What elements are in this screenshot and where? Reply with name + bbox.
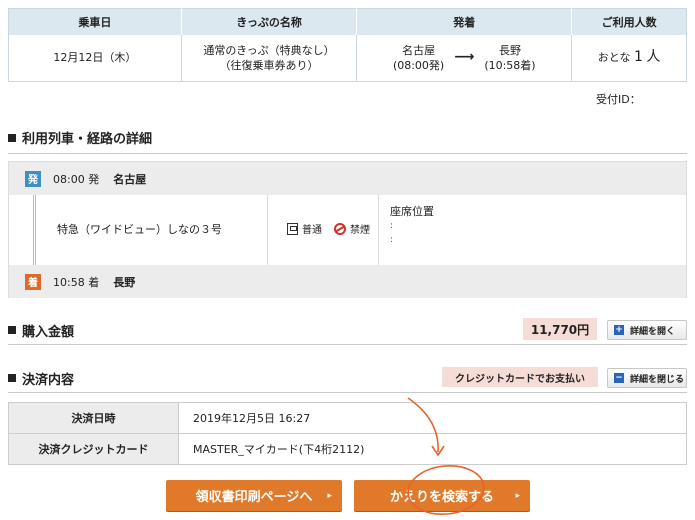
arrival-time: (10:58着) <box>484 58 536 72</box>
summary-header-row: 乗車日 きっぷの名称 発着 ご利用人数 <box>8 8 687 35</box>
route-section-title: 利用列車・経路の詳細 <box>22 132 153 147</box>
no-smoking-icon <box>334 222 346 235</box>
payment-section-title: 決済内容 <box>22 372 75 388</box>
route-cell: 名古屋 (08:00発) ⟶ 長野 (10:58着) <box>356 34 573 82</box>
train-name: 特急（ワイドビュー）しなの３号 <box>57 223 222 236</box>
arrival-row-station: 長野 <box>113 275 136 289</box>
open-details-button[interactable]: + 詳細を開く <box>607 320 687 340</box>
close-details-button[interactable]: − 詳細を閉じる <box>607 368 687 388</box>
smoking-status: 禁煙 <box>350 225 370 236</box>
header-date: 乗車日 <box>8 8 182 35</box>
seat-label: 座席位置 <box>390 205 434 218</box>
departure-info: 名古屋 (08:00発) <box>393 43 444 73</box>
passenger-unit: 人 <box>646 49 661 66</box>
departure-row-time: 08:00 発 <box>53 172 100 186</box>
arrival-row: 着 10:58 着 長野 <box>9 265 686 298</box>
departure-station: 名古屋 <box>402 43 436 57</box>
car-info: 普通 禁煙 <box>287 221 370 236</box>
search-return-button[interactable]: かえりを検索する ▸ <box>354 480 530 511</box>
square-bullet-icon <box>8 133 16 142</box>
table-row: 決済日時 2019年12月5日 16:27 <box>8 402 687 434</box>
square-bullet-icon <box>8 374 16 382</box>
seat-value-1: : <box>390 221 394 231</box>
table-row: 決済クレジットカード MASTER_マイカード(下4桁2112) <box>8 433 687 465</box>
header-passengers: ご利用人数 <box>571 8 687 35</box>
passenger-type: おとな <box>597 51 631 65</box>
ticket-name-line2: （往復乗車券あり） <box>219 58 319 72</box>
arrival-station: 長野 <box>498 43 521 57</box>
departure-badge: 発 <box>25 170 41 187</box>
arrival-row-time: 10:58 着 <box>53 275 100 289</box>
summary-data-row: 12月12日（木） 通常のきっぷ（特典なし） （往復乗車券あり） 名古屋 (08… <box>8 34 687 82</box>
reserved-car-icon <box>287 222 298 235</box>
travel-date: 12月12日（木） <box>8 34 182 82</box>
payment-date-value: 2019年12月5日 16:27 <box>178 402 687 434</box>
arrival-badge: 着 <box>25 273 41 290</box>
minus-icon: − <box>614 373 624 383</box>
seat-value-2: : <box>390 235 394 245</box>
payment-details-table: 決済日時 2019年12月5日 16:27 決済クレジットカード MASTER_… <box>8 402 687 465</box>
credit-card-label: 決済クレジットカード <box>8 433 179 465</box>
plus-icon: + <box>614 325 624 335</box>
ticket-summary-table: 乗車日 きっぷの名称 発着 ご利用人数 12月12日（木） 通常のきっぷ（特典な… <box>8 8 687 82</box>
route-section-heading: 利用列車・経路の詳細 <box>8 128 687 154</box>
square-bullet-icon <box>8 326 16 334</box>
right-arrow-icon: ⟶ <box>454 49 475 66</box>
train-detail-box: 発 08:00 発 名古屋 特急（ワイドビュー）しなの３号 普通 禁煙 座席位置… <box>8 161 687 298</box>
route-line <box>33 195 36 265</box>
open-details-label: 詳細を開く <box>630 326 676 337</box>
departure-time: (08:00発) <box>392 58 445 72</box>
arrival-info: 長野 (10:58着) <box>484 43 535 73</box>
search-return-label: かえりを検索する <box>389 490 494 505</box>
passenger-count: 1 <box>633 49 643 66</box>
train-info-row: 特急（ワイドビュー）しなの３号 普通 禁煙 座席位置 : : <box>9 195 686 265</box>
payment-method-badge: クレジットカードでお支払い <box>442 367 598 387</box>
header-route: 発着 <box>356 8 573 35</box>
price-amount: 11,770円 <box>523 318 597 340</box>
car-type: 普通 <box>302 225 322 236</box>
passenger-count-cell: おとな 1 人 <box>571 34 687 82</box>
chevron-right-icon: ▸ <box>327 490 332 501</box>
ticket-name-line1: 通常のきっぷ（特典なし） <box>203 43 335 57</box>
header-ticket-name: きっぷの名称 <box>181 8 358 35</box>
price-section-title: 購入金額 <box>22 324 75 340</box>
print-receipt-button[interactable]: 領収書印刷ページへ ▸ <box>166 480 342 511</box>
chevron-right-icon: ▸ <box>515 490 520 501</box>
divider <box>378 195 379 265</box>
divider <box>267 195 268 265</box>
receipt-id-label: 受付ID： <box>596 93 641 106</box>
departure-row: 発 08:00 発 名古屋 <box>9 162 686 195</box>
print-receipt-label: 領収書印刷ページへ <box>195 490 313 505</box>
departure-row-station: 名古屋 <box>113 172 147 186</box>
seat-info: 座席位置 : : <box>390 205 434 247</box>
credit-card-value: MASTER_マイカード(下4桁2112) <box>178 433 687 465</box>
payment-date-label: 決済日時 <box>8 402 179 434</box>
ticket-name: 通常のきっぷ（特典なし） （往復乗車券あり） <box>181 34 358 82</box>
close-details-label: 詳細を閉じる <box>630 374 685 385</box>
